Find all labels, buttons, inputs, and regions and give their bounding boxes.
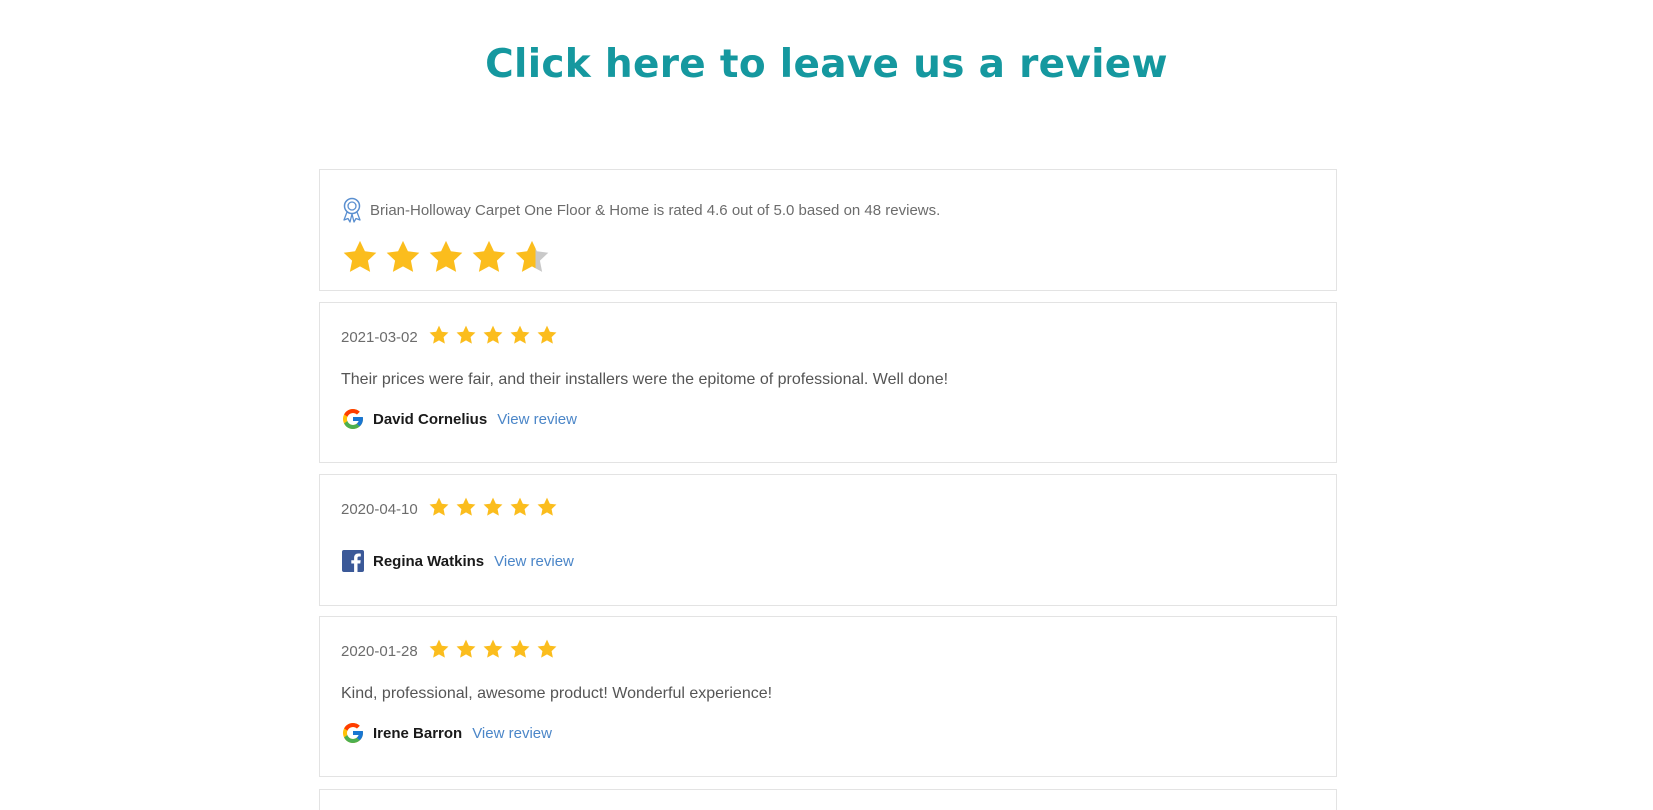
star-icon — [536, 324, 558, 346]
star-icon — [427, 238, 465, 276]
view-review-link[interactable]: View review — [494, 553, 574, 570]
google-icon — [341, 721, 365, 745]
leave-review-link[interactable]: Click here to leave us a review — [0, 42, 1653, 87]
review-rating-stars — [428, 324, 563, 346]
star-icon — [482, 324, 504, 346]
review-header: 2020-04-10 — [341, 495, 563, 518]
review-card-partial — [319, 789, 1337, 810]
star-icon — [455, 638, 477, 660]
review-header: 2020-01-28 — [341, 637, 563, 660]
google-icon — [341, 407, 365, 431]
star-icon — [513, 238, 551, 276]
star-icon — [470, 238, 508, 276]
star-icon — [536, 638, 558, 660]
reviews-page: Click here to leave us a review Brian-Ho… — [0, 0, 1653, 810]
overall-rating-stars — [341, 238, 556, 276]
view-review-link[interactable]: View review — [472, 725, 552, 742]
star-icon — [384, 238, 422, 276]
star-icon — [428, 638, 450, 660]
star-icon — [341, 238, 379, 276]
review-author-row: Regina Watkins View review — [341, 549, 574, 573]
review-card: 2021-03-02 Their prices were fair, and t… — [319, 302, 1337, 463]
star-icon — [428, 496, 450, 518]
review-author-row: David Cornelius View review — [341, 407, 577, 431]
star-icon — [428, 324, 450, 346]
rating-summary-card: Brian-Holloway Carpet One Floor & Home i… — [319, 169, 1337, 291]
view-review-link[interactable]: View review — [497, 411, 577, 428]
review-author: Regina Watkins — [373, 552, 485, 570]
review-card: 2020-04-10 Regina Watkins View review — [319, 474, 1337, 606]
star-icon — [482, 638, 504, 660]
review-author: David Cornelius — [373, 410, 488, 428]
summary-text: Brian-Holloway Carpet One Floor & Home i… — [370, 201, 941, 219]
review-text: Their prices were fair, and their instal… — [341, 371, 949, 388]
award-icon — [341, 197, 363, 223]
review-date: 2020-04-10 — [341, 501, 418, 518]
star-icon — [455, 324, 477, 346]
review-date: 2021-03-02 — [341, 329, 418, 346]
star-icon — [536, 496, 558, 518]
review-author-row: Irene Barron View review — [341, 721, 552, 745]
review-date: 2020-01-28 — [341, 643, 418, 660]
review-author: Irene Barron — [373, 724, 463, 742]
summary-line: Brian-Holloway Carpet One Floor & Home i… — [341, 197, 940, 223]
review-text: Kind, professional, awesome product! Won… — [341, 685, 773, 702]
facebook-icon — [341, 549, 365, 573]
star-icon — [482, 496, 504, 518]
review-rating-stars — [428, 638, 563, 660]
star-icon — [509, 496, 531, 518]
star-icon — [509, 638, 531, 660]
star-icon — [509, 324, 531, 346]
star-icon — [455, 496, 477, 518]
review-header: 2021-03-02 — [341, 323, 563, 346]
review-rating-stars — [428, 496, 563, 518]
review-card: 2020-01-28 Kind, professional, awesome p… — [319, 616, 1337, 777]
